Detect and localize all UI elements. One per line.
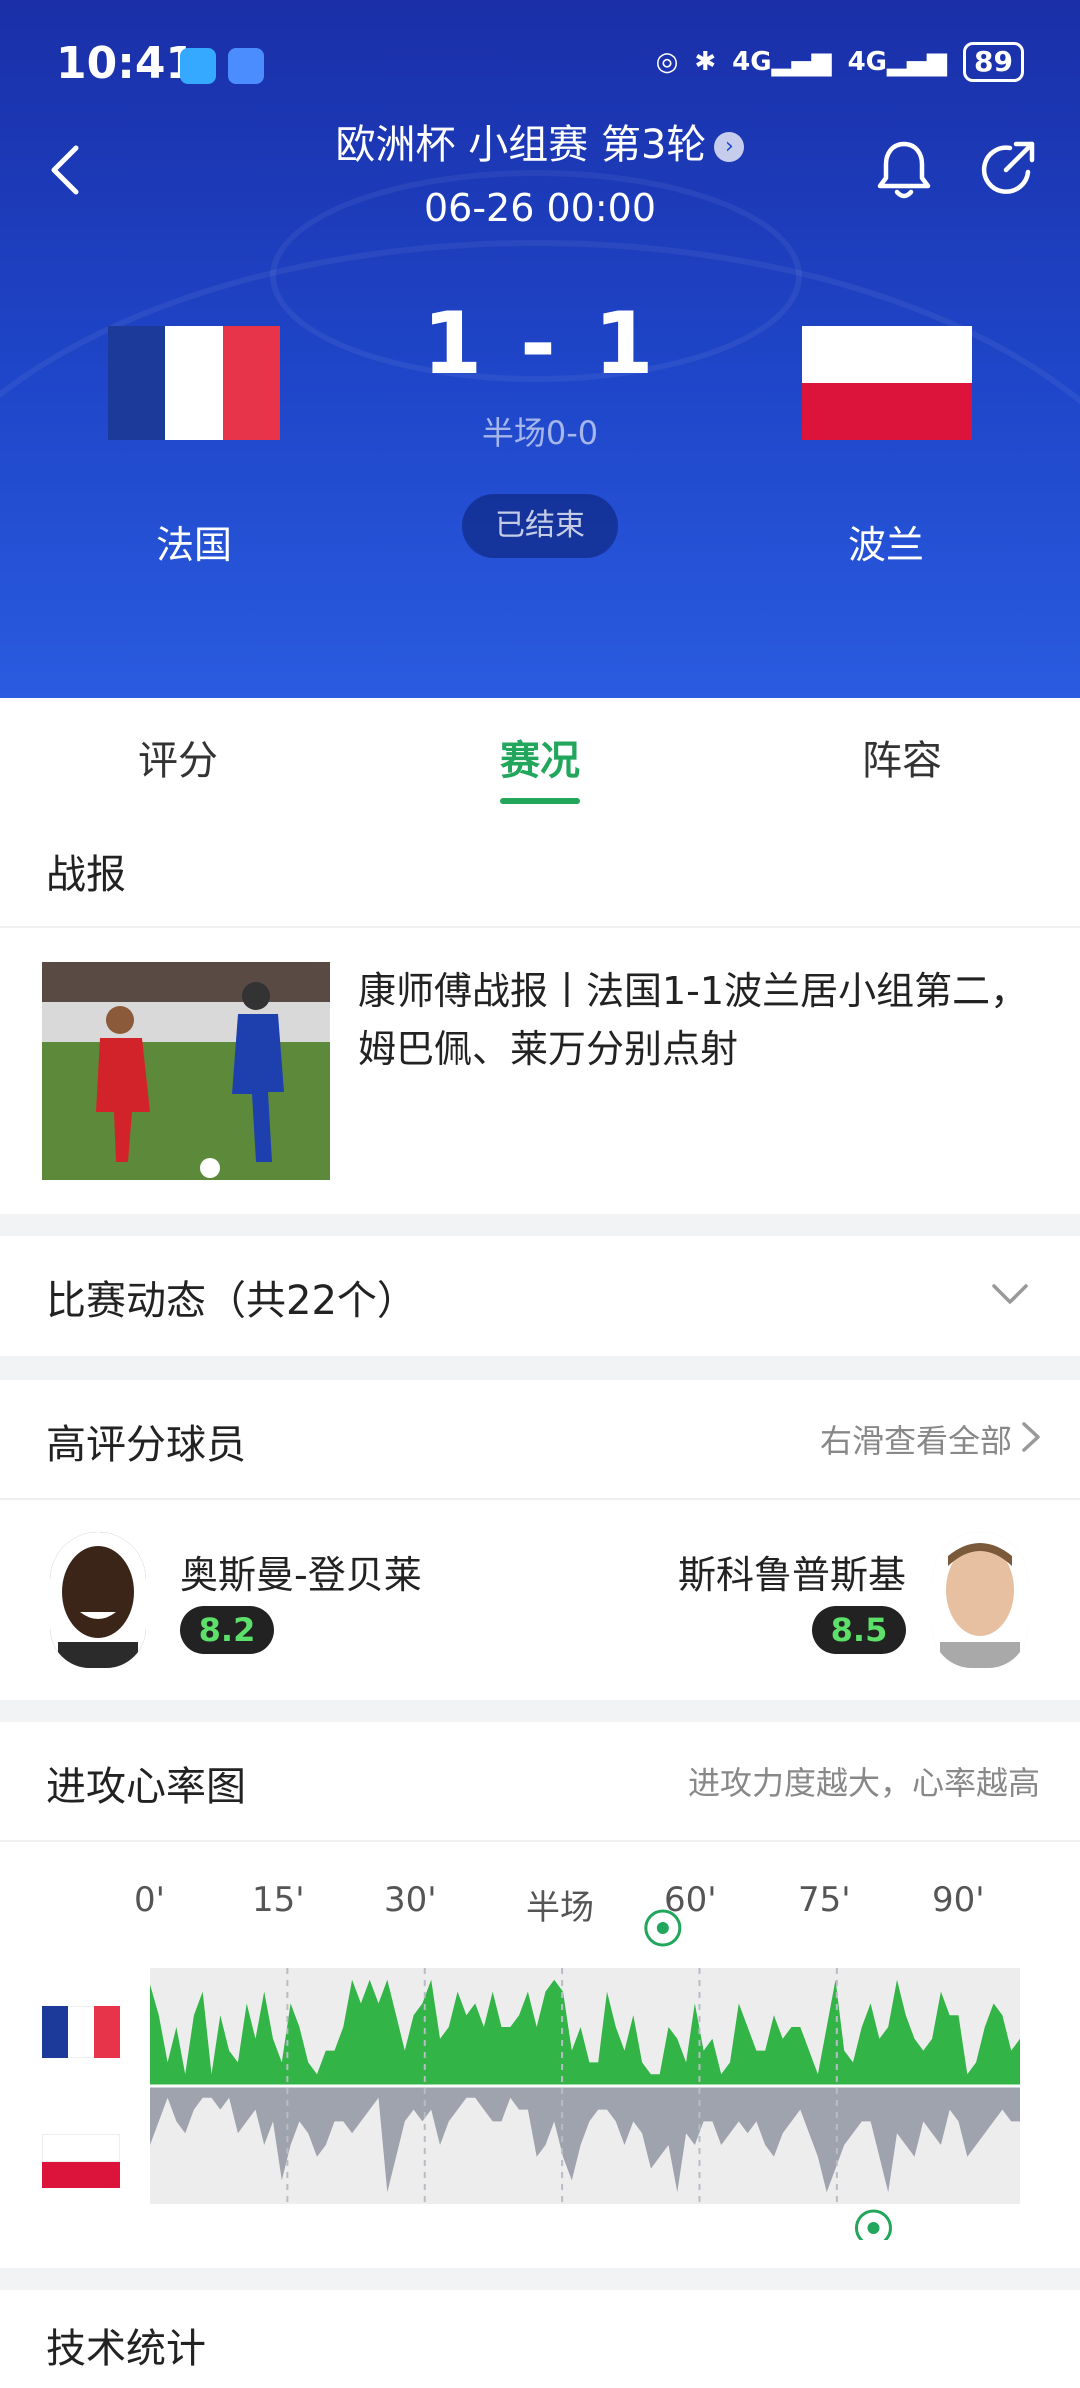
top-players-card: 高评分球员 右滑查看全部 — [0, 1380, 1080, 1700]
goal-ball-icon[interactable] — [854, 2209, 892, 2240]
tab-ratings[interactable]: 评分 — [78, 728, 278, 786]
away-team-name[interactable]: 波兰 — [786, 514, 986, 569]
home-player-rating: 8.2 — [180, 1606, 274, 1654]
top-players-title: 高评分球员 — [46, 1422, 246, 1468]
tab-bar: 评分 赛况 阵容 — [0, 698, 1080, 810]
goal-ball-icon[interactable] — [644, 1909, 682, 1947]
stats-card: 技术统计 — [0, 2290, 1080, 2388]
player-photo — [50, 1532, 146, 1668]
news-headline[interactable]: 康师傅战报丨法国1-1波兰居小组第二，姆巴佩、莱万分别点射 — [358, 962, 1048, 1078]
match-header: 10:41 ◎ ✱ 4G▂▄▆ 4G▂▄▆ 89 欧洲杯 小组赛 第3轮 › 06… — [0, 0, 1080, 698]
competition-label: 欧洲杯 小组赛 第3轮 — [335, 122, 707, 168]
app-notification-icon — [228, 48, 264, 84]
bluetooth-icon: ✱ — [694, 47, 717, 77]
avatar[interactable] — [50, 1532, 146, 1668]
signal-icon: 4G▂▄▆ — [732, 47, 832, 77]
divider — [0, 1498, 1080, 1500]
chevron-right-icon: › — [714, 132, 745, 162]
events-title: 比赛动态（共22个） — [46, 1278, 417, 1324]
chevron-right-icon[interactable] — [1020, 1420, 1044, 1454]
status-bar: 10:41 ◎ ✱ 4G▂▄▆ 4G▂▄▆ 89 — [56, 38, 1024, 98]
divider — [0, 926, 1080, 928]
divider — [0, 1840, 1080, 1842]
active-tab-indicator — [500, 798, 580, 804]
away-player-name[interactable]: 斯科鲁普斯基 — [678, 1544, 906, 1599]
match-score: 1 - 1 — [422, 294, 658, 394]
events-card[interactable]: 比赛动态（共22个） — [0, 1236, 1080, 1356]
attack-chart-title: 进攻心率图 — [46, 1764, 246, 1810]
system-icons: ◎ ✱ 4G▂▄▆ 4G▂▄▆ 89 — [656, 42, 1024, 82]
away-player-rating: 8.5 — [812, 1606, 906, 1654]
battery-icon: 89 — [963, 42, 1024, 82]
home-team-name[interactable]: 法国 — [94, 514, 294, 569]
news-photo — [42, 962, 330, 1180]
message-notification-icon — [180, 48, 216, 84]
bell-icon[interactable] — [874, 138, 934, 204]
signal-icon: 4G▂▄▆ — [847, 47, 948, 77]
attack-chart-subtitle: 进攻力度越大，心率越高 — [687, 1764, 1040, 1802]
match-status-badge: 已结束 — [462, 494, 618, 558]
chevron-down-icon[interactable] — [990, 1282, 1030, 1308]
halftime-score: 半场0-0 — [481, 414, 599, 452]
share-icon[interactable] — [976, 138, 1038, 200]
avatar[interactable] — [932, 1532, 1028, 1668]
attack-heartrate-chart[interactable] — [0, 1900, 1080, 2240]
hd-icon: ◎ — [655, 47, 679, 77]
tab-match-status[interactable]: 赛况 — [440, 728, 640, 786]
home-player-name[interactable]: 奥斯曼-登贝莱 — [180, 1544, 422, 1599]
news-thumbnail[interactable] — [42, 962, 330, 1180]
report-section-title: 战报 — [46, 852, 126, 898]
see-all-link[interactable]: 右滑查看全部 — [820, 1416, 1012, 1462]
tab-lineup[interactable]: 阵容 — [802, 728, 1002, 786]
status-time: 10:41 — [56, 38, 197, 89]
stats-title: 技术统计 — [46, 2326, 206, 2372]
player-photo — [932, 1532, 1028, 1668]
